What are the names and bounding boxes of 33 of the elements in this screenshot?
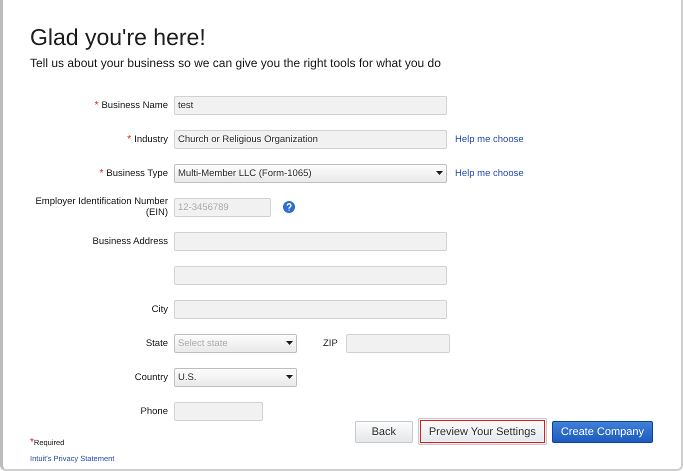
field-label: Business Type <box>106 168 168 178</box>
dropdown[interactable]: U.S. <box>174 368 297 386</box>
input-field[interactable] <box>174 402 263 420</box>
caret-icon <box>436 171 443 175</box>
field-label: Employer Identification Number (EIN) <box>34 196 168 218</box>
field-label: Country <box>134 372 168 382</box>
input-field[interactable] <box>174 266 447 284</box>
page-subtitle: Tell us about your business so we can give you the right tools for what you do <box>30 55 442 71</box>
help-link[interactable]: Help me choose <box>455 134 524 144</box>
help-link[interactable]: Help me choose <box>455 168 524 178</box>
field-label: Phone <box>140 406 168 416</box>
field-label: State <box>146 338 168 348</box>
input-field[interactable] <box>174 232 447 250</box>
create-button[interactable]: Create Company <box>552 420 653 442</box>
caret-icon <box>286 341 293 345</box>
field-label: City <box>152 304 168 314</box>
input-field[interactable] <box>174 300 447 318</box>
field-label: Industry <box>134 134 168 144</box>
secondary-button[interactable]: Preview Your Settings <box>418 418 547 445</box>
caret-icon <box>286 375 293 379</box>
input-field[interactable]: Church or Religious Organization <box>174 130 447 148</box>
secondary-button[interactable]: Back <box>354 420 413 442</box>
field-label: ZIP <box>323 338 338 348</box>
page-title: Glad you're here! <box>30 23 207 51</box>
dropdown[interactable]: Multi-Member LLC (Form-1065) <box>174 164 447 182</box>
input-field[interactable] <box>346 334 450 352</box>
required-mark: * <box>127 134 132 144</box>
field-label: Business Address <box>92 236 168 246</box>
field-label: Business Name <box>101 100 168 110</box>
help-icon[interactable] <box>283 201 295 213</box>
required-mark: * <box>99 168 104 178</box>
required-mark: * <box>94 100 98 110</box>
input-field[interactable]: test <box>174 96 447 114</box>
